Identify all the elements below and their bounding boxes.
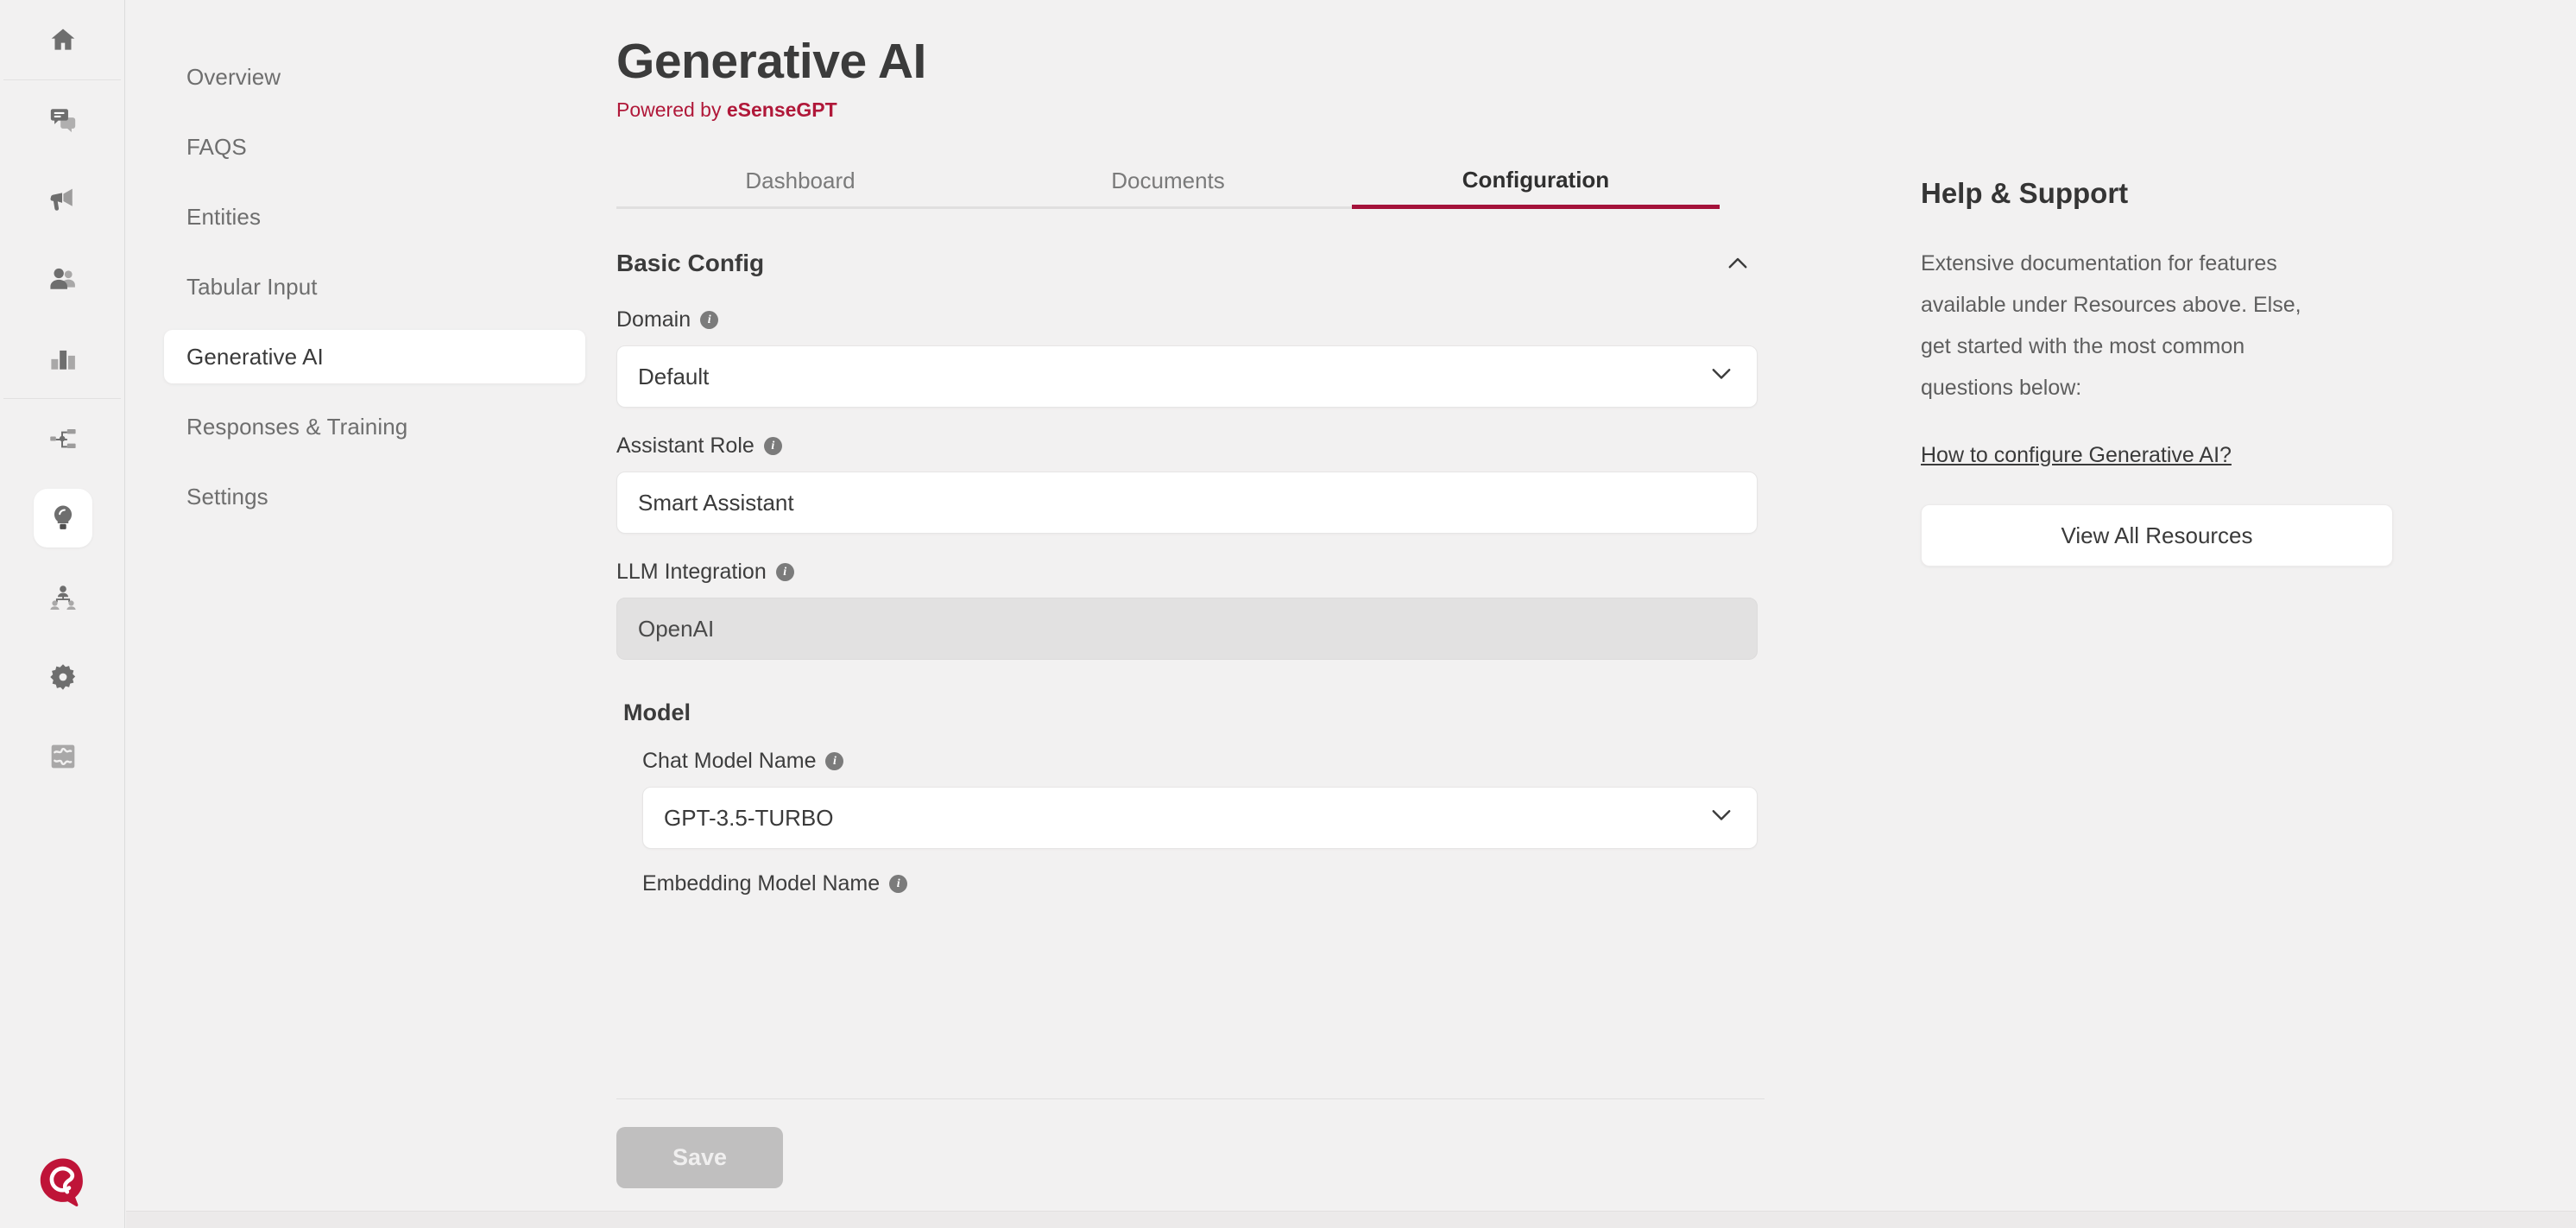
view-all-resources-button[interactable]: View All Resources — [1921, 504, 2393, 567]
llm-integration-value: OpenAI — [638, 615, 715, 642]
field-label-llm-integration: LLM Integration i — [616, 560, 1765, 585]
rail-item-analytics[interactable] — [0, 319, 125, 398]
sidebar-item-label: Generative AI — [186, 343, 324, 370]
domain-select[interactable]: Default — [616, 345, 1758, 408]
chevron-down-icon[interactable] — [1708, 361, 1734, 393]
sidebar-item-label: Settings — [186, 483, 268, 510]
home-icon — [34, 10, 92, 69]
sidebar-item-overview[interactable]: Overview — [164, 50, 571, 104]
rail-item-generative-ai[interactable] — [0, 478, 125, 558]
help-body-text: Extensive documentation for features ava… — [1921, 251, 2301, 400]
sidebar-item-label: Responses & Training — [186, 413, 408, 440]
sidebar-item-label: Overview — [186, 63, 281, 90]
label-text: LLM Integration — [616, 560, 767, 584]
field-label-domain: Domain i — [616, 307, 1765, 332]
rail-item-integrations[interactable] — [0, 717, 125, 796]
field-label-assistant-role: Assistant Role i — [616, 434, 1765, 459]
info-icon[interactable]: i — [889, 875, 908, 893]
info-icon[interactable]: i — [700, 311, 719, 329]
main-content: Generative AI Powered by eSenseGPT Dashb… — [609, 0, 1861, 1228]
rail-item-contacts[interactable] — [0, 239, 125, 319]
brand-logo[interactable] — [0, 1155, 125, 1209]
field-domain: Domain i Default — [616, 307, 1765, 408]
help-title: Help & Support — [1921, 177, 2129, 209]
chat-icon — [34, 91, 92, 149]
sidebar-item-responses-training[interactable]: Responses & Training — [164, 400, 571, 453]
field-assistant-role: Assistant Role i Smart Assistant — [616, 434, 1765, 534]
sidebar-item-faqs[interactable]: FAQS — [164, 120, 571, 174]
assistant-role-value: Smart Assistant — [638, 489, 794, 516]
info-icon[interactable]: i — [775, 563, 794, 581]
label-text: Chat Model Name — [642, 749, 817, 773]
field-label-chat-model-name: Chat Model Name i — [642, 749, 1765, 774]
users-icon — [34, 250, 92, 308]
gear-icon — [34, 648, 92, 706]
lightbulb-icon — [33, 489, 92, 548]
tab-documents[interactable]: Documents — [984, 155, 1352, 209]
label-text: Embedding Model Name — [642, 871, 881, 896]
save-button[interactable]: Save — [616, 1127, 783, 1188]
sitemap-icon — [34, 409, 92, 468]
divider — [616, 1098, 1765, 1099]
puzzle-icon — [34, 727, 92, 786]
rail-group-build — [0, 399, 124, 796]
sidebar-item-settings[interactable]: Settings — [164, 470, 571, 523]
llm-integration-readonly: OpenAI — [616, 598, 1758, 660]
form-action-bar: Save — [609, 1098, 1861, 1188]
footer-strip — [126, 1211, 2576, 1228]
tab-configuration[interactable]: Configuration — [1352, 155, 1720, 209]
tab-label: Dashboard — [745, 167, 856, 193]
sidebar-item-label: Entities — [186, 203, 262, 230]
rail-item-home[interactable] — [0, 0, 125, 79]
bar-chart-icon — [34, 329, 92, 388]
sidebar-item-tabular-input[interactable]: Tabular Input — [164, 260, 571, 313]
help-configure-link[interactable]: How to configure Generative AI? — [1921, 443, 2232, 468]
rail-item-settings[interactable] — [0, 637, 125, 717]
chevron-down-icon[interactable] — [1708, 802, 1734, 834]
chat-model-value: GPT-3.5-TURBO — [664, 804, 834, 831]
tab-label: Documents — [1111, 167, 1225, 193]
domain-value: Default — [638, 363, 710, 389]
field-label-embedding-model-name: Embedding Model Name i — [642, 871, 1765, 896]
field-embedding-model-name: Embedding Model Name i — [642, 871, 1765, 896]
powered-by-brand: eSenseGPT — [726, 98, 837, 121]
model-subgroup: Chat Model Name i GPT-3.5-TURBO Embeddin… — [642, 749, 1765, 896]
tab-label: Configuration — [1462, 166, 1610, 193]
rail-item-campaigns[interactable] — [0, 160, 125, 239]
chat-model-select[interactable]: GPT-3.5-TURBO — [642, 787, 1758, 849]
basic-config-form: Domain i Default Assistant Role i Smart … — [616, 307, 1765, 896]
label-text: Domain — [616, 307, 691, 332]
icon-rail — [0, 0, 125, 1228]
page-title: Generative AI — [616, 34, 926, 89]
powered-by-prefix: Powered by — [616, 98, 727, 121]
assistant-role-input[interactable]: Smart Assistant — [616, 472, 1758, 534]
sidebar-item-label: FAQS — [186, 133, 247, 160]
help-support-panel: Help & Support Extensive documentation f… — [1921, 0, 2456, 567]
rail-item-teams[interactable] — [0, 558, 125, 637]
sidebar-item-generative-ai[interactable]: Generative AI — [164, 330, 585, 383]
rail-group-engage — [0, 80, 124, 399]
rail-item-flows[interactable] — [0, 399, 125, 478]
model-group-title: Model — [623, 699, 691, 725]
secondary-nav: Overview FAQS Entities Tabular Input Gen… — [126, 0, 609, 1228]
rail-group-primary — [0, 0, 124, 80]
chevron-up-icon[interactable] — [1720, 245, 1756, 282]
field-chat-model-name: Chat Model Name i GPT-3.5-TURBO — [642, 749, 1765, 849]
sidebar-item-entities[interactable]: Entities — [164, 190, 571, 244]
hierarchy-icon — [34, 568, 92, 627]
sidebar-item-label: Tabular Input — [186, 273, 318, 300]
megaphone-icon — [34, 170, 92, 229]
tab-dashboard[interactable]: Dashboard — [616, 155, 984, 209]
section-title: Basic Config — [616, 250, 765, 276]
info-icon[interactable]: i — [825, 752, 844, 770]
powered-by-label: Powered by eSenseGPT — [616, 98, 1861, 122]
label-text: Assistant Role — [616, 434, 754, 458]
info-icon[interactable]: i — [763, 437, 782, 455]
field-llm-integration: LLM Integration i OpenAI — [616, 560, 1765, 660]
basic-config-header[interactable]: Basic Config — [616, 245, 1756, 282]
rail-item-conversations[interactable] — [0, 80, 125, 160]
tab-bar: Dashboard Documents Configuration — [616, 155, 1765, 209]
